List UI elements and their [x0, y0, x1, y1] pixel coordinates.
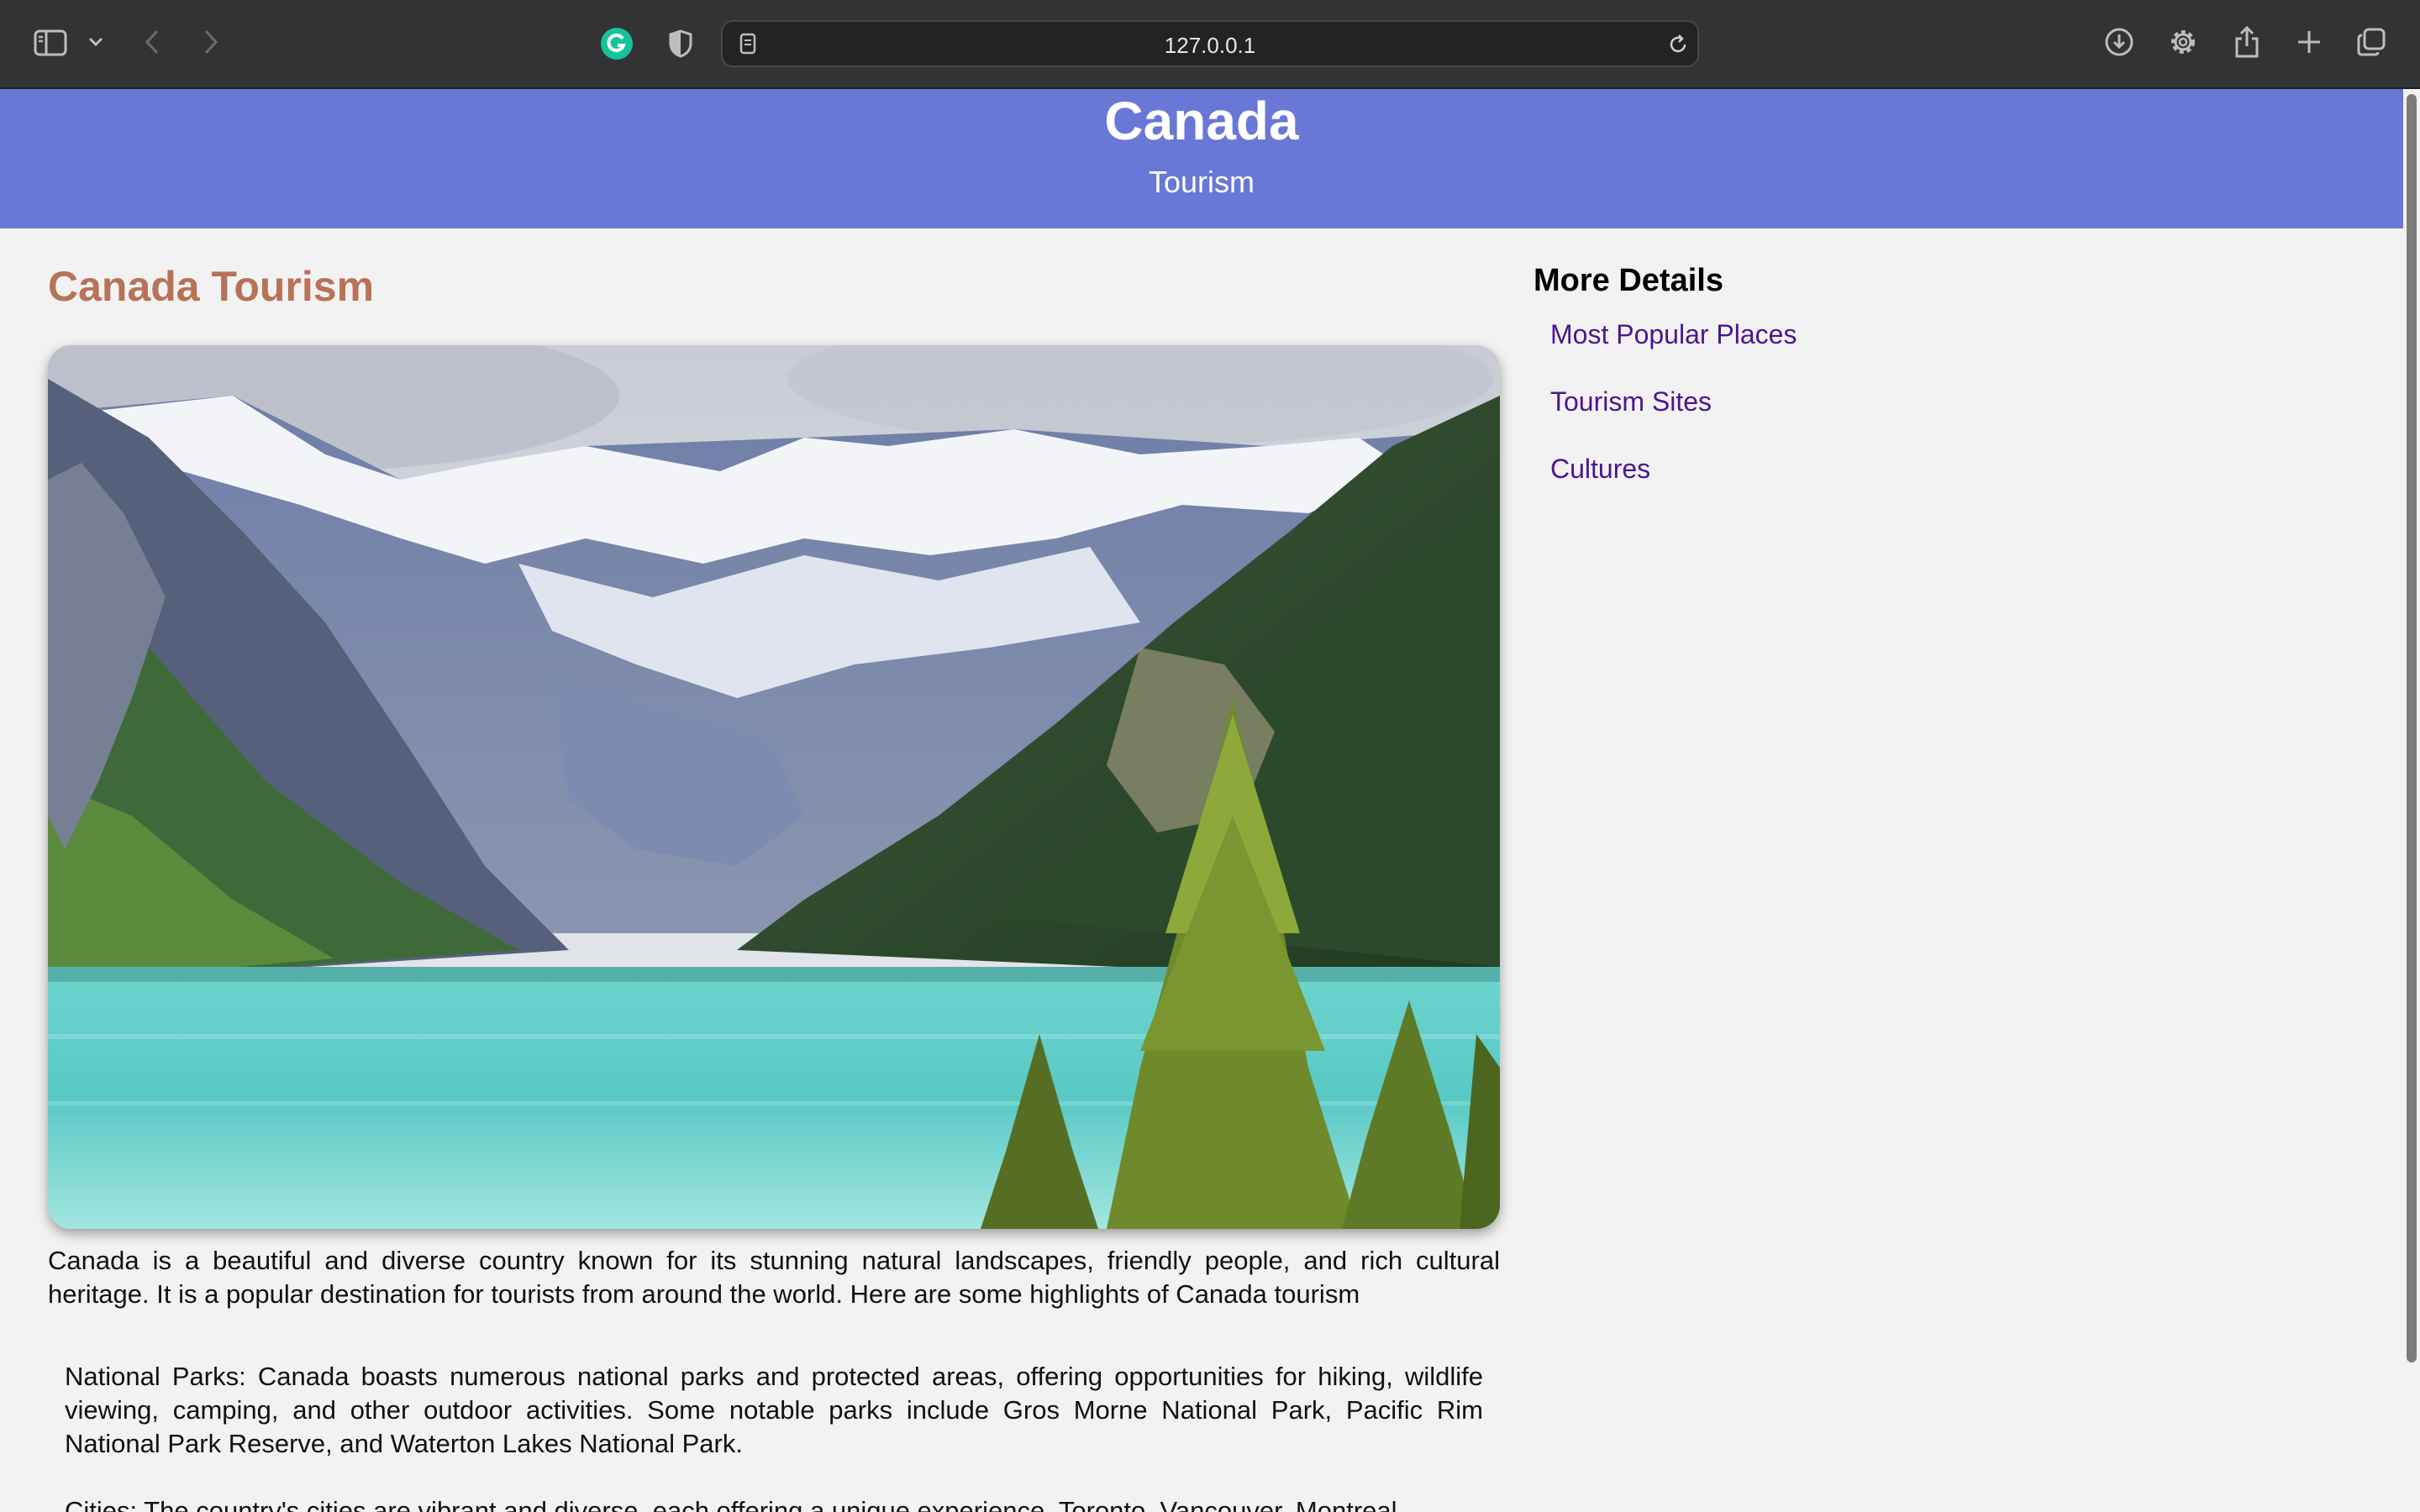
cultures-link[interactable]: Cultures [1550, 454, 1650, 484]
main-heading: Canada Tourism [48, 263, 375, 310]
tabs-overview-icon[interactable] [2354, 25, 2388, 59]
web-page: Canada Tourism Canada Tourism Canada is … [0, 89, 2403, 1512]
link-item: Cultures [1550, 449, 2122, 489]
site-title: Canada [1104, 91, 1299, 151]
highlight-cities: Cities: The country's cities are vibrant… [65, 1496, 1397, 1512]
address-bar[interactable]: 127.0.0.1 [721, 20, 1699, 67]
grammarly-icon[interactable] [600, 27, 634, 60]
highlight-national-parks: National Parks: Canada boasts numerous n… [65, 1362, 1483, 1458]
more-details-links: Most Popular Places Tourism Sites Cultur… [1534, 314, 2122, 489]
more-details-heading: More Details [1534, 263, 1723, 298]
sidebar-icon[interactable] [32, 27, 69, 59]
scrollbar-thumb[interactable] [2407, 94, 2417, 1362]
most-popular-places-link[interactable]: Most Popular Places [1550, 319, 1797, 349]
intro-paragraph: Canada is a beautiful and diverse countr… [48, 1246, 1500, 1309]
page-scrollbar[interactable] [2403, 89, 2420, 1512]
shield-icon[interactable] [664, 27, 697, 60]
more-details-sidebar: More Details Most Popular Places Tourism… [1534, 260, 2122, 489]
highlights-list: National Parks: Canada boasts numerous n… [65, 1360, 1483, 1512]
link-item: Most Popular Places [1550, 314, 2122, 354]
tourism-sites-link[interactable]: Tourism Sites [1550, 386, 1712, 417]
forward-icon[interactable] [198, 25, 224, 59]
gear-icon[interactable] [2166, 25, 2200, 59]
share-icon[interactable] [2232, 24, 2262, 60]
back-icon[interactable] [139, 25, 165, 59]
site-header: Canada Tourism [0, 89, 2403, 228]
site-subtitle: Tourism [1148, 165, 1255, 199]
url-text: 127.0.0.1 [1164, 33, 1256, 58]
browser-toolbar: 127.0.0.1 [0, 0, 2420, 89]
new-tab-icon[interactable] [2294, 27, 2324, 57]
lake-louise-image [48, 345, 1500, 1229]
chevron-down-icon[interactable] [86, 32, 106, 52]
main-content: Canada Tourism Canada is a beautiful and… [48, 261, 1500, 1512]
link-item: Tourism Sites [1550, 381, 2122, 422]
download-icon[interactable] [2102, 25, 2136, 59]
reload-icon[interactable] [1665, 32, 1691, 57]
